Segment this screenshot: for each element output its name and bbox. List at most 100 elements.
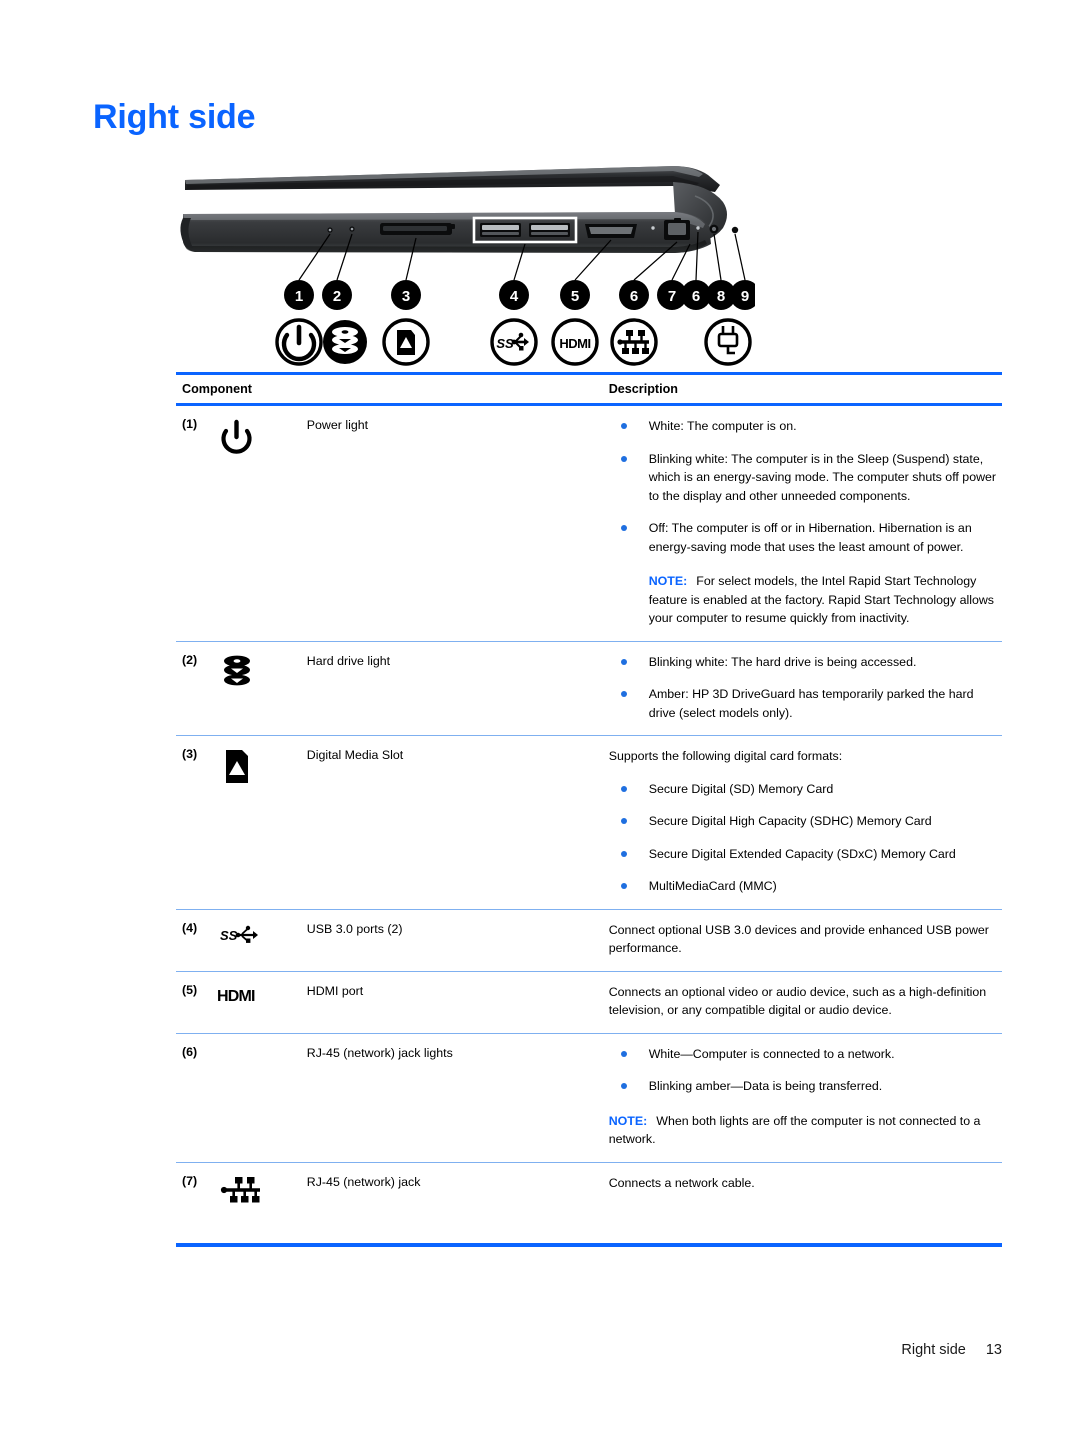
bullet-dot-icon [620,1083,627,1089]
row-name-cell: HDMI port [306,971,609,1034]
row-description-cell: Connects a network cable. [609,1162,1002,1221]
description-text: Connect optional USB 3.0 devices and pro… [608,922,989,956]
row-name-cell: USB 3.0 ports (2) [306,909,609,972]
list-item: White—Computer is connected to a network… [609,1045,1002,1064]
bullet-text: Secure Digital (SD) Memory Card [648,781,834,796]
table-row: (5) HDMI HDMI port Connects an optional … [176,971,1002,1034]
bullet-text: Secure Digital High Capacity (SDHC) Memo… [648,814,932,828]
table-row: (4) SS USB 3.0 ports (2) Connect optiona… [176,909,1002,972]
header-description: Description [608,372,1002,406]
table-row: (1) Power light White: The computer is o… [176,404,1002,642]
svg-text:HDMI: HDMI [559,336,590,351]
table-bottom-rule [176,1243,1002,1247]
component-name: Digital Media Slot [306,748,404,762]
table-row: (2) Hard drive light Blinking white: The… [176,641,1002,736]
note-block: NOTE: When both lights are off the comput… [609,1112,1002,1149]
laptop-right-side-figure: 1 2 3 4 5 6 7 6 8 9 SS HDMI [175,152,755,367]
row-number: (6) [176,1033,216,1163]
bullet-dot-icon [620,691,627,697]
row-number: (1) [176,404,216,642]
rj45-network-icon [216,1174,307,1208]
note-label: NOTE: [608,1113,648,1128]
component-name: USB 3.0 ports (2) [306,921,403,936]
row-description-cell: Connects an optional video or audio devi… [608,971,1002,1034]
bullet-text: White—Computer is connected to a network… [648,1046,895,1061]
list-item: White: The computer is on. [609,417,1002,436]
description-bullet-list: Blinking white: The hard drive is being … [609,653,1002,723]
hard-drive-icon [216,653,307,687]
list-item: Blinking white: The computer is in the S… [609,450,1002,506]
row-description-cell: White—Computer is connected to a network… [608,1033,1002,1163]
svg-text:1: 1 [295,288,303,305]
svg-text:7: 7 [668,288,676,305]
list-item: Secure Digital High Capacity (SDHC) Memo… [609,812,1002,831]
bullet-dot-icon [620,818,627,824]
footer-section-label: Right side [901,1342,966,1358]
note-label: NOTE: [648,574,688,588]
component-name: Power light [306,418,369,432]
table-header-row: Component Description [176,372,1002,406]
bullet-dot-icon [620,455,627,462]
bullet-dot-icon [620,1050,627,1057]
svg-text:6: 6 [692,288,700,305]
page-footer: Right side 13 [0,1342,1080,1358]
row-icon-cell [215,404,307,642]
row-icon-cell: SS [215,909,307,972]
list-item: Amber: HP 3D DriveGuard has temporarily … [609,685,1002,722]
svg-text:3: 3 [402,288,410,305]
document-page: Right side 1 2 3 4 5 6 7 6 8 9 SS HDMI C… [0,0,1080,1437]
bullet-text: White: The computer is on. [648,419,797,433]
svg-text:9: 9 [741,288,749,305]
svg-text:8: 8 [717,288,725,305]
list-item: Secure Digital Extended Capacity (SDxC) … [609,845,1002,864]
bullet-dot-icon [620,850,627,857]
bullet-text: Secure Digital Extended Capacity (SDxC) … [648,846,956,861]
row-description-cell: White: The computer is on. Blinking whit… [608,404,1002,642]
bullet-text: Blinking amber—Data is being transferred… [648,1079,883,1093]
bullet-dot-icon [620,525,627,531]
power-icon [216,417,307,454]
svg-text:6: 6 [630,288,638,305]
list-item: Secure Digital (SD) Memory Card [609,780,1002,799]
row-icon-cell [216,1162,307,1221]
bullet-dot-icon [620,883,627,889]
svg-text:4: 4 [510,288,519,305]
row-number: (2) [176,641,216,736]
list-item: Off: The computer is off or in Hibernati… [609,519,1002,556]
bullet-text: Blinking white: The hard drive is being … [648,654,917,669]
component-name: Hard drive light [306,653,391,668]
row-icon-cell [215,1033,307,1163]
components-table: Component Description (1) Power light Wh… [176,372,1002,1221]
row-number: (7) [182,1173,198,1188]
table-row: (3) Digital Media Slot Supports the foll… [176,735,1002,910]
svg-text:5: 5 [571,288,579,305]
hdmi-icon: HDMI [216,983,307,1017]
component-name: RJ-45 (network) jack lights [306,1045,453,1060]
list-item: Blinking amber—Data is being transferred… [609,1077,1002,1096]
table-row: (7) RJ-45 (network) jack Connects a netw… [176,1162,1002,1221]
list-item: MultiMediaCard (MMC) [609,877,1002,896]
row-number: (4) [176,909,216,972]
header-component: Component [176,372,609,406]
row-name-cell: Digital Media Slot [306,735,609,910]
description-bullet-list: White—Computer is connected to a network… [609,1045,1002,1096]
bullet-text: Off: The computer is off or in Hibernati… [648,521,972,554]
table-row: (6) RJ-45 (network) jack lights White—Co… [176,1033,1002,1163]
page-title: Right side [93,98,256,136]
row-description-cell: Connect optional USB 3.0 devices and pro… [608,909,1002,972]
usb-superspeed-icon: SS [216,921,307,955]
svg-text:SS: SS [220,928,238,943]
bullet-text: MultiMediaCard (MMC) [648,879,777,893]
list-item: Blinking white: The hard drive is being … [609,653,1002,672]
bullet-dot-icon [620,785,627,792]
description-bullet-list: Secure Digital (SD) Memory Card Secure D… [609,780,1002,896]
row-name-cell: Hard drive light [306,641,609,736]
description-text: Connects an optional video or audio devi… [608,984,987,1018]
svg-text:SS: SS [496,336,514,351]
bullet-dot-icon [620,423,627,429]
row-icon-cell [215,641,307,736]
bullet-text: Blinking white: The computer is in the S… [648,451,997,503]
row-description-cell: Blinking white: The hard drive is being … [608,641,1002,736]
note-block: NOTE: For select models, the Intel Rapid … [609,572,1002,628]
component-name: RJ-45 (network) jack [306,1174,421,1189]
